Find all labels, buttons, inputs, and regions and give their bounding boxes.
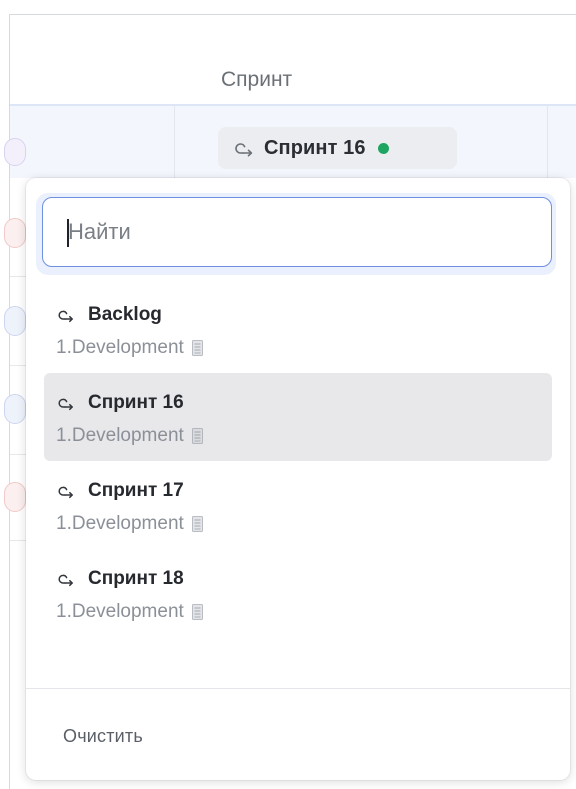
sprint-cycle-icon: [58, 486, 73, 499]
row-avatar-partial: [4, 138, 26, 166]
list-item-title: Backlog: [88, 304, 162, 325]
sprint-cycle-icon: [58, 310, 73, 323]
list-item-title: Спринт 17: [88, 480, 184, 501]
column-header-sprint[interactable]: Спринт: [10, 15, 576, 105]
list-item[interactable]: Спринт 18 1.Development: [44, 549, 552, 637]
list-item[interactable]: Спринт 17 1.Development: [44, 461, 552, 549]
list-item-selected[interactable]: Спринт 16 1.Development: [44, 373, 552, 461]
list-item-title: Спринт 18: [88, 568, 184, 589]
sprint-dropdown: Backlog 1.Development: [26, 178, 570, 780]
list-item-title: Спринт 16: [88, 392, 184, 413]
row-badge-partial: [4, 218, 26, 248]
row-divider: [10, 454, 26, 455]
sprint-cycle-icon: [58, 398, 73, 411]
list-item-subtitle: 1.Development: [56, 425, 184, 446]
document-icon: [191, 428, 203, 444]
status-dot: [377, 142, 389, 154]
row-badge-partial: [4, 306, 26, 336]
sprint-table: Спринт Спринт 16 Найти Backlog 1.Develop…: [0, 0, 576, 789]
list-item-subtitle: 1.Development: [56, 337, 184, 358]
current-sprint-chip[interactable]: Спринт 16: [218, 127, 457, 169]
column-divider: [174, 106, 175, 178]
list-item-subtitle: 1.Development: [56, 513, 184, 534]
search-input[interactable]: [42, 197, 552, 267]
row-divider: [10, 540, 26, 541]
row-badge-partial: [4, 394, 26, 424]
document-icon: [191, 516, 203, 532]
clear-button[interactable]: Очистить: [63, 726, 143, 747]
column-divider: [547, 106, 548, 178]
row-badge-partial: [4, 482, 26, 512]
sprint-cycle-icon: [58, 574, 73, 587]
dropdown-divider: [26, 688, 570, 689]
current-sprint-label: Спринт 16: [264, 136, 366, 159]
list-item[interactable]: Backlog 1.Development: [44, 285, 552, 373]
sprint-cycle-icon: [235, 143, 253, 157]
sprint-list: Backlog 1.Development Спринт 16 1.Develo…: [44, 285, 552, 637]
row-divider: [10, 276, 26, 277]
row-divider: [10, 365, 26, 366]
document-icon: [191, 604, 203, 620]
document-icon: [191, 340, 203, 356]
column-header-title: Спринт: [221, 68, 293, 91]
text-caret: [67, 219, 69, 247]
list-item-subtitle: 1.Development: [56, 601, 184, 622]
